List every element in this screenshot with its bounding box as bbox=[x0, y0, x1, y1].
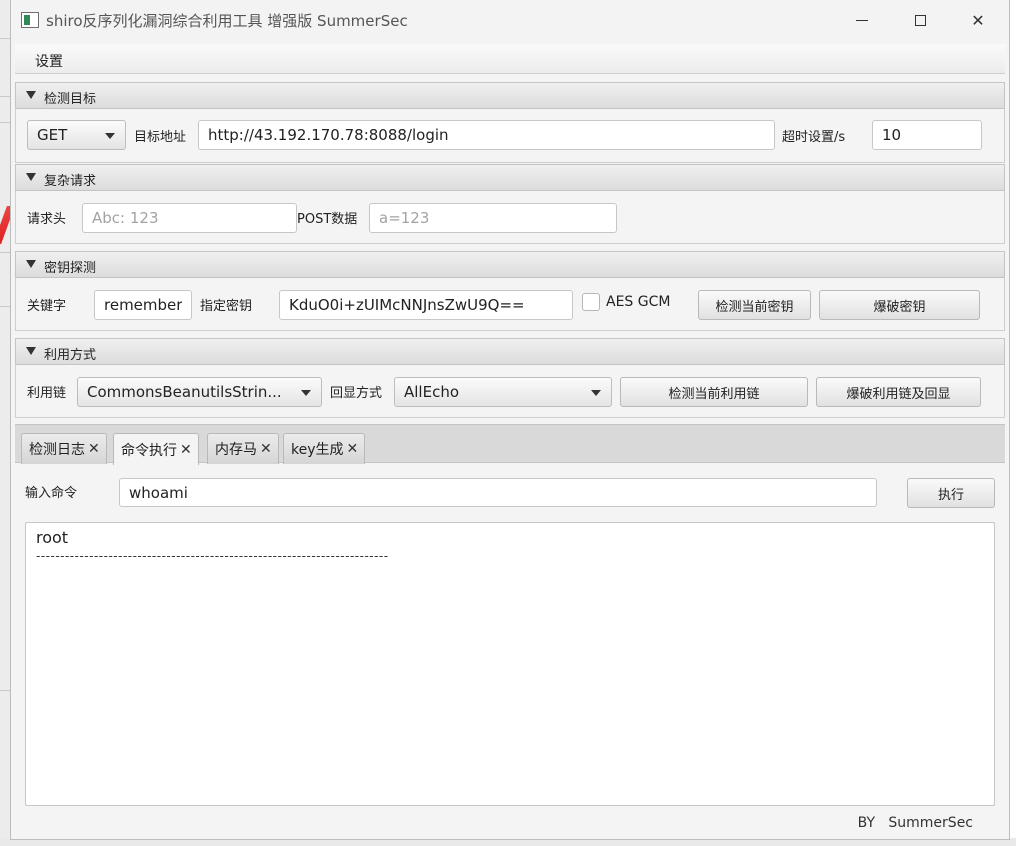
window-title: shiro反序列化漏洞综合利用工具 增强版 SummerSec bbox=[46, 12, 408, 30]
section-body-target: GET 目标地址 超时设置/s bbox=[15, 109, 1005, 163]
tab-detection-log[interactable]: 检测日志 ✕ bbox=[21, 433, 107, 464]
check-current-key-button[interactable]: 检测当前密钥 bbox=[698, 290, 811, 320]
url-input[interactable] bbox=[198, 120, 775, 150]
tab-close-icon[interactable]: ✕ bbox=[88, 441, 100, 457]
section-body-key-detect: 关键字 指定密钥 AES GCM 检测当前密钥 爆破密钥 bbox=[15, 278, 1005, 331]
tab-label: 检测日志 bbox=[29, 442, 85, 458]
echo-mode-value: AllEcho bbox=[404, 383, 460, 401]
http-method-select[interactable]: GET bbox=[27, 120, 126, 150]
title-bar[interactable]: shiro反序列化漏洞综合利用工具 增强版 SummerSec ✕ bbox=[11, 0, 1009, 40]
close-icon: ✕ bbox=[971, 10, 985, 30]
collapse-triangle-icon bbox=[26, 173, 36, 181]
gadget-chain-value: CommonsBeanutilsStrin... bbox=[87, 383, 282, 401]
check-current-chain-button[interactable]: 检测当前利用链 bbox=[620, 377, 808, 407]
close-window-button[interactable]: ✕ bbox=[955, 6, 1001, 34]
footer-credit: BY SummerSec bbox=[857, 815, 973, 831]
app-window-icon bbox=[21, 12, 39, 28]
brute-force-chain-button[interactable]: 爆破利用链及回显 bbox=[816, 377, 981, 407]
tab-close-icon[interactable]: ✕ bbox=[347, 441, 359, 457]
section-header-exploit[interactable]: 利用方式 bbox=[15, 338, 1005, 365]
tab-command-exec[interactable]: 命令执行 ✕ bbox=[113, 433, 199, 465]
url-label: 目标地址 bbox=[134, 130, 187, 145]
post-data-input[interactable] bbox=[369, 203, 617, 233]
timeout-label: 超时设置/s bbox=[782, 130, 846, 145]
execute-button[interactable]: 执行 bbox=[907, 478, 995, 508]
section-header-target[interactable]: 检测目标 bbox=[15, 82, 1005, 109]
maximize-icon bbox=[914, 14, 926, 26]
timeout-input[interactable] bbox=[872, 120, 982, 150]
echo-mode-label: 回显方式 bbox=[330, 386, 383, 401]
gadget-chain-label: 利用链 bbox=[27, 386, 67, 401]
section-title-key-detect: 密钥探测 bbox=[44, 261, 97, 276]
tab-close-icon[interactable]: ✕ bbox=[260, 441, 272, 457]
dropdown-arrow-icon bbox=[591, 390, 601, 396]
keyword-input[interactable] bbox=[94, 290, 192, 320]
aes-gcm-label: AES GCM bbox=[606, 294, 671, 310]
menu-settings[interactable]: 设置 bbox=[35, 51, 63, 71]
tab-close-icon[interactable]: ✕ bbox=[180, 442, 192, 458]
tab-label: 命令执行 bbox=[121, 442, 177, 459]
minimize-button[interactable] bbox=[839, 6, 885, 34]
collapse-triangle-icon bbox=[26, 91, 36, 99]
section-title-exploit: 利用方式 bbox=[44, 348, 97, 363]
brute-force-key-button[interactable]: 爆破密钥 bbox=[819, 290, 980, 320]
http-method-value: GET bbox=[37, 126, 68, 144]
echo-mode-select[interactable]: AllEcho bbox=[394, 377, 612, 407]
maximize-button[interactable] bbox=[897, 6, 943, 34]
collapse-triangle-icon bbox=[26, 260, 36, 268]
section-body-complex-request: 请求头 POST数据 bbox=[15, 191, 1005, 244]
minimize-icon bbox=[856, 19, 868, 21]
output-separator-line: ----------------------------------------… bbox=[36, 549, 389, 563]
collapse-triangle-icon bbox=[26, 347, 36, 355]
command-input[interactable] bbox=[119, 478, 877, 507]
dropdown-arrow-icon bbox=[105, 133, 115, 139]
section-body-exploit: 利用链 CommonsBeanutilsStrin... 回显方式 AllEch… bbox=[15, 365, 1005, 418]
gadget-chain-select[interactable]: CommonsBeanutilsStrin... bbox=[77, 377, 322, 407]
section-header-complex-request[interactable]: 复杂请求 bbox=[15, 164, 1005, 191]
output-line: root bbox=[36, 528, 69, 547]
specified-key-label: 指定密钥 bbox=[200, 299, 253, 314]
section-title-target: 检测目标 bbox=[44, 92, 97, 107]
tab-label: 内存马 bbox=[215, 442, 257, 458]
menu-bar: 设置 bbox=[15, 44, 1005, 74]
dropdown-arrow-icon bbox=[301, 390, 311, 396]
command-label: 输入命令 bbox=[25, 486, 78, 501]
section-header-key-detect[interactable]: 密钥探测 bbox=[15, 251, 1005, 278]
tab-label: key生成 bbox=[291, 442, 344, 458]
request-header-input[interactable] bbox=[82, 203, 297, 233]
command-output-area[interactable]: root -----------------------------------… bbox=[25, 522, 995, 806]
request-header-label: 请求头 bbox=[27, 212, 67, 227]
tab-key-generate[interactable]: key生成 ✕ bbox=[283, 433, 366, 464]
section-title-complex-request: 复杂请求 bbox=[44, 174, 97, 189]
post-data-label: POST数据 bbox=[297, 212, 358, 227]
tab-memory-shell[interactable]: 内存马 ✕ bbox=[207, 433, 279, 464]
keyword-label: 关键字 bbox=[27, 299, 67, 314]
tab-bar: 检测日志 ✕ 命令执行 ✕ 内存马 ✕ key生成 ✕ bbox=[15, 424, 1005, 465]
app-window: shiro反序列化漏洞综合利用工具 增强版 SummerSec ✕ 设置 检测目… bbox=[10, 0, 1010, 840]
aes-gcm-checkbox[interactable] bbox=[582, 293, 600, 311]
specified-key-input[interactable] bbox=[279, 290, 573, 320]
